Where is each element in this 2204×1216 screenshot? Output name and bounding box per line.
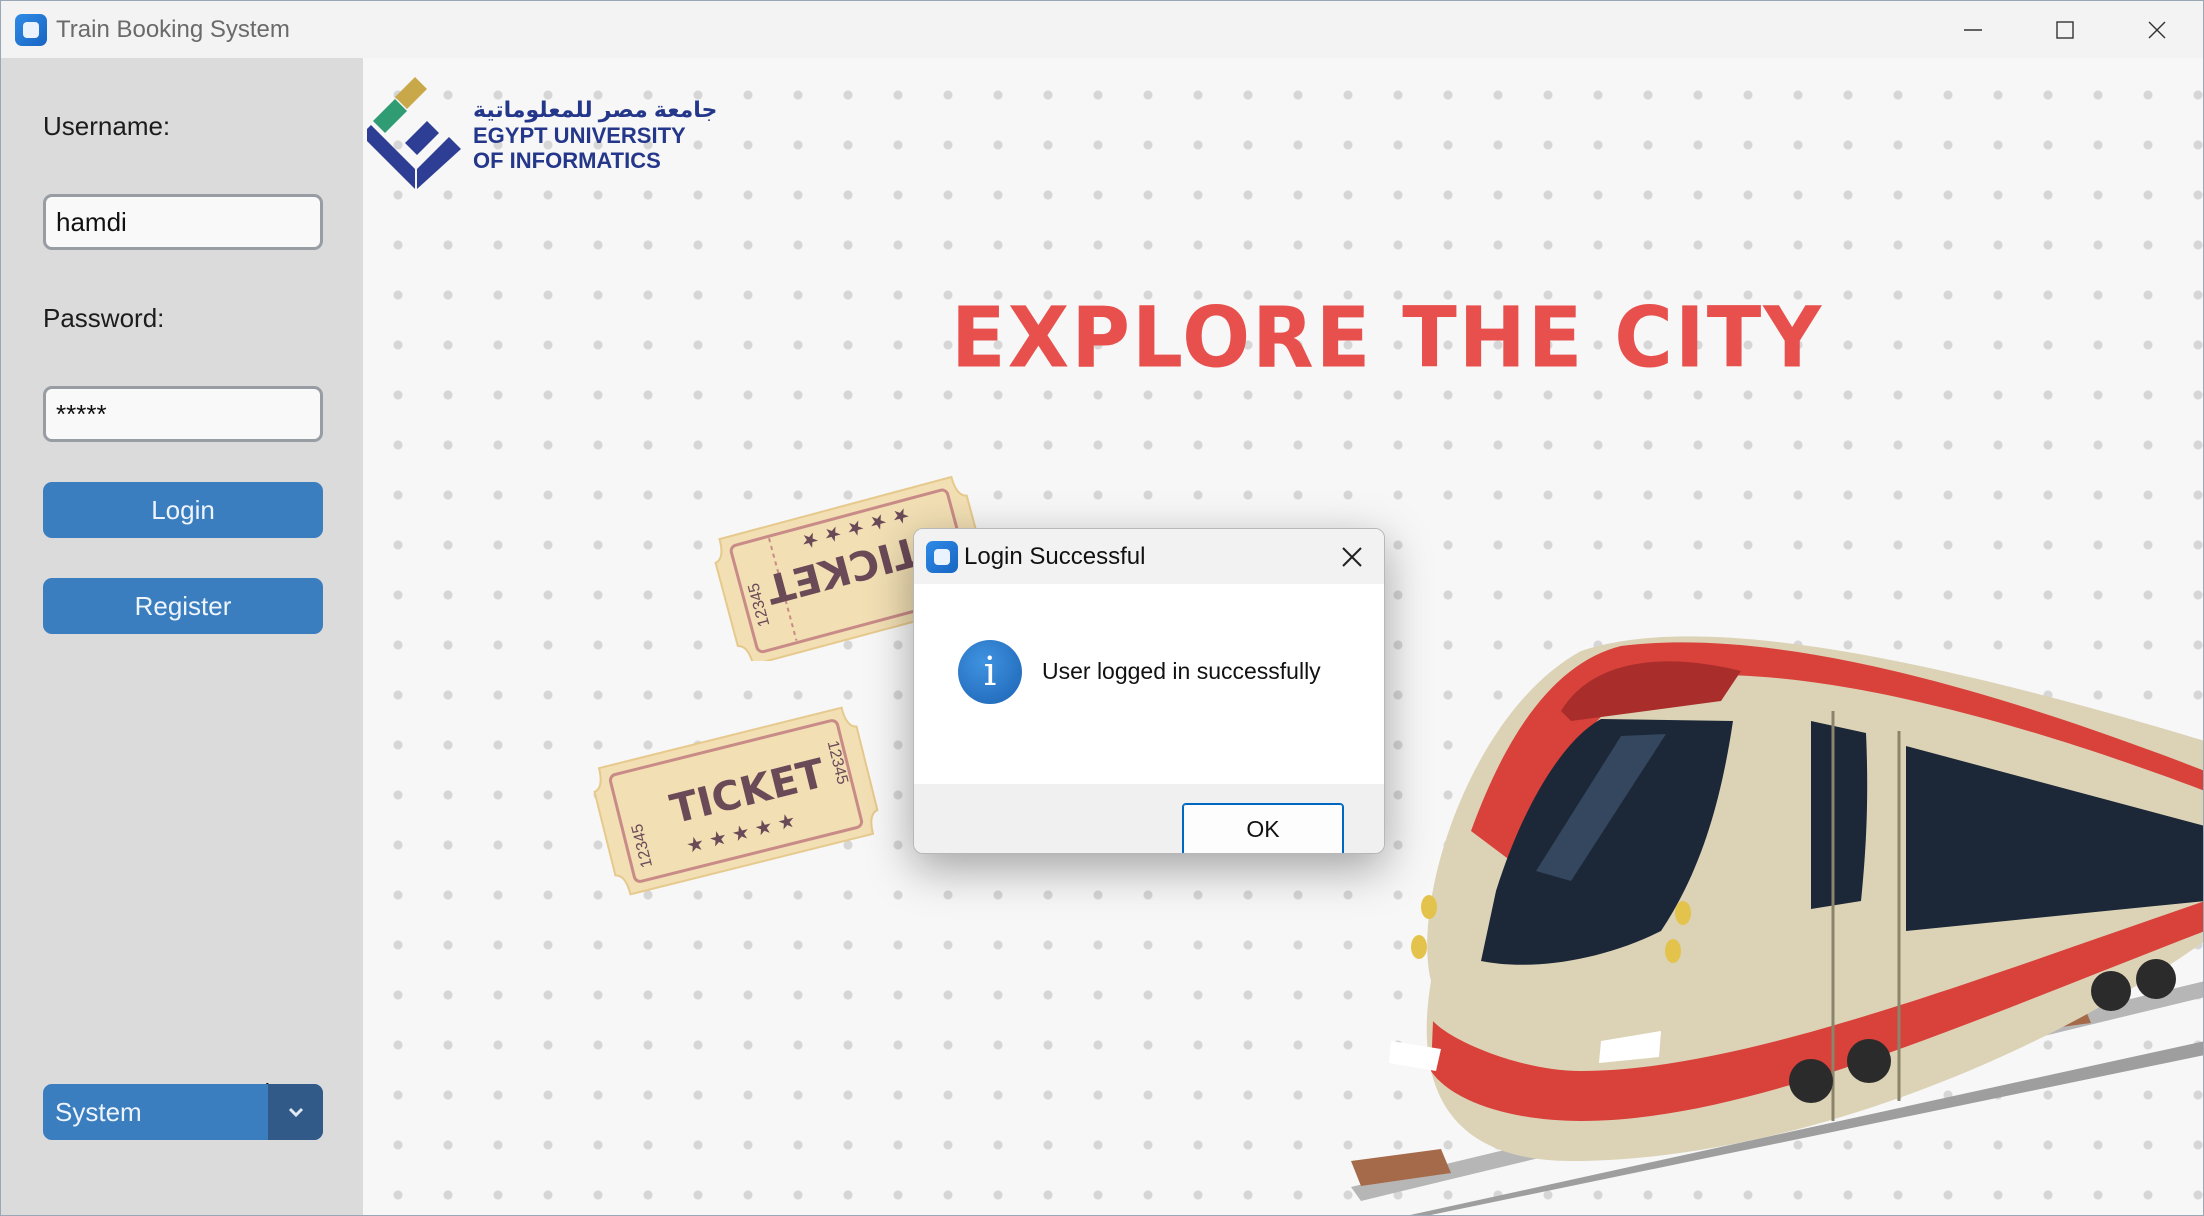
close-icon: [2148, 21, 2166, 38]
minimize-button[interactable]: [1927, 1, 2019, 58]
ok-button[interactable]: OK: [1182, 803, 1344, 853]
window-title: Train Booking System: [56, 15, 290, 43]
appearance-mode-value: System: [55, 1097, 142, 1127]
dialog-body: i User logged in successfully: [914, 584, 1384, 784]
train-illustration: [1351, 636, 2203, 1215]
register-button[interactable]: Register: [43, 578, 323, 634]
dialog-footer: OK: [914, 784, 1384, 853]
login-button[interactable]: Login: [43, 482, 323, 538]
dialog-title-bar: Login Successful: [914, 529, 1384, 584]
dialog-close-icon[interactable]: [1338, 543, 1366, 571]
dialog-app-icon: [926, 540, 958, 573]
dialog-title: Login Successful: [964, 542, 1146, 570]
app-icon: [15, 13, 47, 46]
username-input[interactable]: hamdi: [43, 194, 323, 250]
logo-arabic-text: جامعة مصر للمعلوماتية: [473, 97, 718, 122]
login-success-dialog: Login Successful i User logged in succes…: [913, 528, 1385, 854]
dialog-message: User logged in successfully: [1042, 658, 1321, 684]
password-input[interactable]: *****: [43, 386, 323, 442]
university-logo: جامعة مصر للمعلوماتية EGYPT UNIVERSITY O…: [367, 77, 717, 193]
appearance-mode-select[interactable]: System: [43, 1084, 323, 1140]
minimize-icon: [1964, 28, 1982, 31]
ticket-illustration-bottom: TICKET ★ ★ ★ ★ ★ 12345 12345: [593, 706, 879, 896]
logo-line1: EGYPT UNIVERSITY: [473, 123, 686, 148]
close-button[interactable]: [2111, 1, 2203, 58]
password-label: Password:: [43, 303, 165, 333]
title-bar: Train Booking System: [1, 1, 2203, 58]
logo-line2: OF INFORMATICS: [473, 148, 661, 173]
maximize-button[interactable]: [2019, 1, 2111, 58]
username-label: Username:: [43, 111, 171, 141]
info-icon: i: [958, 640, 1022, 704]
maximize-icon: [2056, 20, 2074, 39]
login-sidebar: Username: hamdi Password: ***** Login Re…: [1, 58, 363, 1215]
app-window: Train Booking System Username: hamdi Pas…: [0, 0, 2204, 1216]
chevron-down-icon[interactable]: [268, 1084, 323, 1140]
logo-mark-icon: [367, 77, 461, 189]
headline: EXPLORE THE CITY: [951, 288, 1824, 387]
